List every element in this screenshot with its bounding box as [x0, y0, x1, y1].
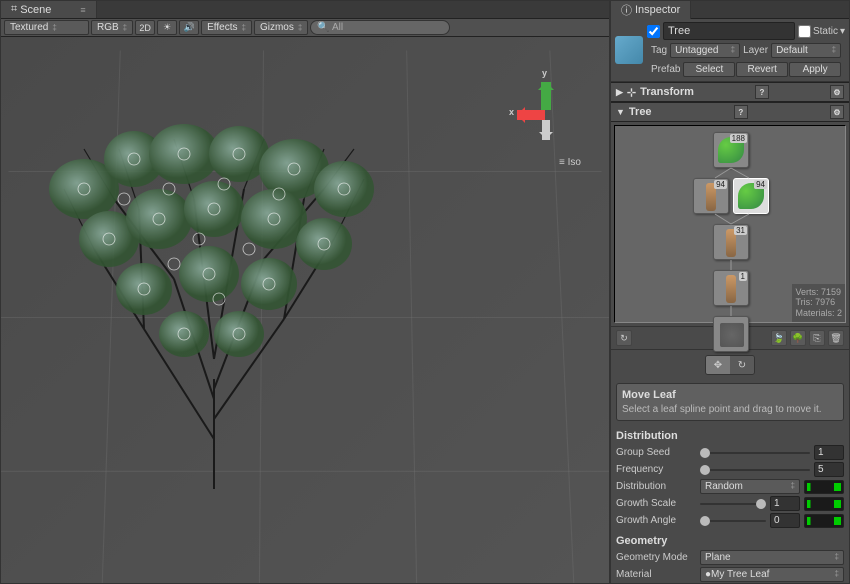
scene-toolbar: Textured RGB 2D ☀ 🔊 Effects Gizmos 🔍 All	[1, 19, 609, 37]
tree-hierarchy[interactable]: 188 94 94 31 1 Verts: 7159 Tris: 7976 Ma…	[614, 125, 846, 323]
tool-mode-toggle[interactable]: ✥ ↻	[705, 355, 755, 375]
help-icon[interactable]: ?	[755, 85, 769, 99]
object-name-field[interactable]: Tree	[663, 22, 795, 40]
tree-component-header[interactable]: ▼Tree ?⚙	[611, 102, 849, 122]
gameobject-icon[interactable]	[615, 36, 643, 64]
enabled-checkbox[interactable]	[647, 25, 660, 38]
tag-dropdown[interactable]: Untagged	[670, 43, 740, 58]
scene-tab[interactable]: ⌗ Scene	[1, 1, 97, 18]
orientation-gizmo[interactable]: x y	[509, 82, 579, 152]
gear-icon[interactable]: ⚙	[830, 85, 844, 99]
tree-root-node[interactable]	[713, 316, 749, 352]
effects-dropdown[interactable]: Effects	[201, 20, 252, 35]
transform-component-header[interactable]: ▶⊹Transform ?⚙	[611, 82, 849, 102]
iso-label: ≡ Iso	[559, 157, 581, 168]
gizmo-z-axis[interactable]	[542, 120, 550, 140]
growth-scale-slider[interactable]	[700, 499, 766, 509]
help-box: Move Leaf Select a leaf spline point and…	[616, 383, 844, 421]
prefab-revert-button[interactable]: Revert	[736, 62, 788, 77]
distribution-dropdown[interactable]: Random	[700, 479, 800, 494]
tree-mesh[interactable]	[24, 99, 404, 499]
growth-angle-curve[interactable]	[804, 514, 844, 528]
branch-group-node[interactable]: 31	[713, 224, 749, 260]
frequency-slider[interactable]	[700, 465, 810, 475]
distribution-section: Distribution	[611, 424, 849, 444]
prefab-apply-button[interactable]: Apply	[789, 62, 841, 77]
mode-2d-toggle[interactable]: 2D	[135, 20, 155, 35]
inspector-tab[interactable]: ⓘ Inspector	[611, 0, 691, 20]
branch-group-node[interactable]: 94	[693, 178, 729, 214]
scene-viewport[interactable]: x y ≡ Iso	[1, 37, 609, 583]
layer-dropdown[interactable]: Default	[771, 43, 841, 58]
gear-icon[interactable]: ⚙	[830, 105, 844, 119]
leaf-group-node-selected[interactable]: 94	[733, 178, 769, 214]
scene-tab-bar: ⌗ Scene	[1, 1, 609, 19]
rotate-tool-icon[interactable]: ↻	[730, 356, 754, 374]
growth-scale-curve[interactable]	[804, 497, 844, 511]
growth-scale-field[interactable]: 1	[770, 496, 800, 511]
group-seed-slider[interactable]	[700, 448, 810, 458]
growth-angle-slider[interactable]	[700, 516, 766, 526]
tree-stats: Verts: 7159 Tris: 7976 Materials: 2	[792, 284, 845, 322]
distribution-curve[interactable]	[804, 480, 844, 494]
material-field[interactable]: ● My Tree Leaf	[700, 567, 844, 582]
branch-group-node[interactable]: 1	[713, 270, 749, 306]
trash-icon[interactable]: 🗑	[828, 330, 844, 346]
add-branch-icon[interactable]: 🌳	[790, 330, 806, 346]
search-input[interactable]: 🔍 All	[310, 20, 450, 35]
move-tool-icon[interactable]: ✥	[706, 356, 730, 374]
prefab-select-button[interactable]: Select	[683, 62, 735, 77]
gizmo-y-axis[interactable]	[541, 82, 551, 110]
growth-angle-field[interactable]: 0	[770, 513, 800, 528]
shaded-dropdown[interactable]: Textured	[4, 20, 89, 35]
geometry-mode-dropdown[interactable]: Plane	[700, 550, 844, 565]
group-seed-field[interactable]: 1	[814, 445, 844, 460]
help-icon[interactable]: ?	[734, 105, 748, 119]
duplicate-icon[interactable]: ⎘	[809, 330, 825, 346]
rgb-dropdown[interactable]: RGB	[91, 20, 133, 35]
refresh-icon[interactable]: ↻	[616, 330, 632, 346]
geometry-section: Geometry	[611, 529, 849, 549]
light-toggle-icon[interactable]: ☀	[157, 20, 177, 35]
gizmo-x-axis[interactable]	[517, 110, 545, 120]
add-leaf-icon[interactable]: 🍃	[771, 330, 787, 346]
gizmos-dropdown[interactable]: Gizmos	[254, 20, 308, 35]
audio-toggle-icon[interactable]: 🔊	[179, 20, 199, 35]
inspector-tab-bar: ⓘ Inspector	[611, 1, 849, 19]
leaf-group-node[interactable]: 188	[713, 132, 749, 168]
frequency-field[interactable]: 5	[814, 462, 844, 477]
static-checkbox[interactable]	[798, 25, 811, 38]
